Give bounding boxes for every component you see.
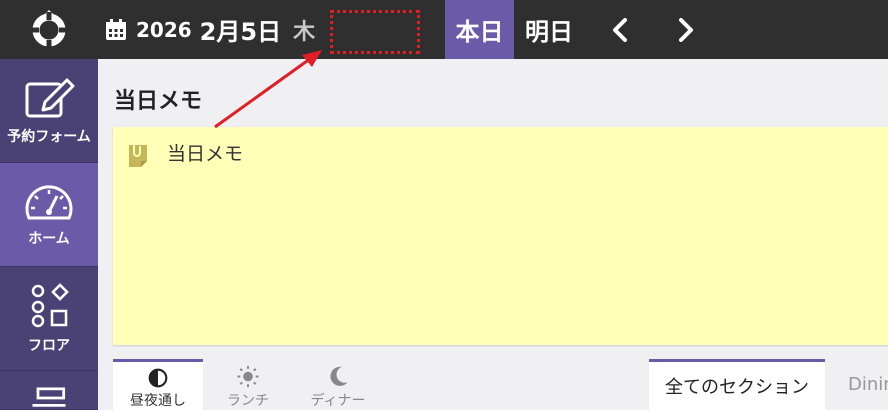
sidebar-item-more[interactable] <box>0 371 98 410</box>
tab-dining-section[interactable]: Dinin <box>848 359 888 410</box>
chevron-right-icon <box>679 17 693 42</box>
today-button[interactable]: 本日 <box>445 0 514 59</box>
sidebar-item-label: 予約フォーム <box>7 128 91 145</box>
tab-label: ランチ <box>227 393 269 409</box>
sidebar-item-label: フロア <box>28 337 70 354</box>
top-bar: 2026 2月5日 木 本日 明日 <box>0 0 888 59</box>
calendar-icon <box>106 18 126 40</box>
current-date[interactable]: 2026 2月5日 木 <box>104 0 315 59</box>
tab-all-sections[interactable]: 全てのセクション <box>649 359 825 410</box>
memo-placeholder-text: 当日メモ <box>167 143 244 165</box>
floor-icon <box>31 282 69 327</box>
sidebar-item-floor[interactable]: フロア <box>0 267 98 371</box>
list-icon <box>32 387 66 407</box>
main-content: 当日メモ 当日メモ 昼夜通し ランチ ディナー 全てのセクション Dini <box>98 59 888 410</box>
tab-dinner[interactable]: ディナー <box>293 359 383 410</box>
chevron-left-icon <box>613 17 627 42</box>
moon-icon <box>330 366 348 386</box>
next-day-button[interactable] <box>664 0 708 59</box>
daily-memo-box[interactable]: 当日メモ <box>113 127 888 345</box>
tab-lunch[interactable]: ランチ <box>203 359 293 410</box>
edit-icon <box>25 78 75 117</box>
memo-section-title: 当日メモ <box>114 89 203 114</box>
annotation-highlight-box <box>330 10 420 54</box>
sidebar-item-label: ホーム <box>28 230 70 247</box>
prev-day-button[interactable] <box>598 0 642 59</box>
sidebar-item-reservation-form[interactable]: 予約フォーム <box>0 59 98 163</box>
sidebar: 予約フォーム ホーム フロア <box>0 59 98 410</box>
app-logo-icon[interactable] <box>0 0 98 59</box>
date-year: 2026 <box>136 17 192 42</box>
tab-label: 昼夜通し <box>130 393 186 409</box>
tab-all-day[interactable]: 昼夜通し <box>113 359 203 410</box>
date-month-day: 2月5日 <box>199 18 282 46</box>
memo-clip-icon <box>129 143 147 167</box>
date-weekday: 木 <box>293 19 316 45</box>
half-circle-icon <box>148 368 168 388</box>
tomorrow-button[interactable]: 明日 <box>514 0 584 59</box>
dashboard-icon <box>25 184 73 219</box>
sidebar-item-home[interactable]: ホーム <box>0 163 98 267</box>
sun-icon <box>237 365 259 388</box>
tab-label: ディナー <box>310 393 366 409</box>
